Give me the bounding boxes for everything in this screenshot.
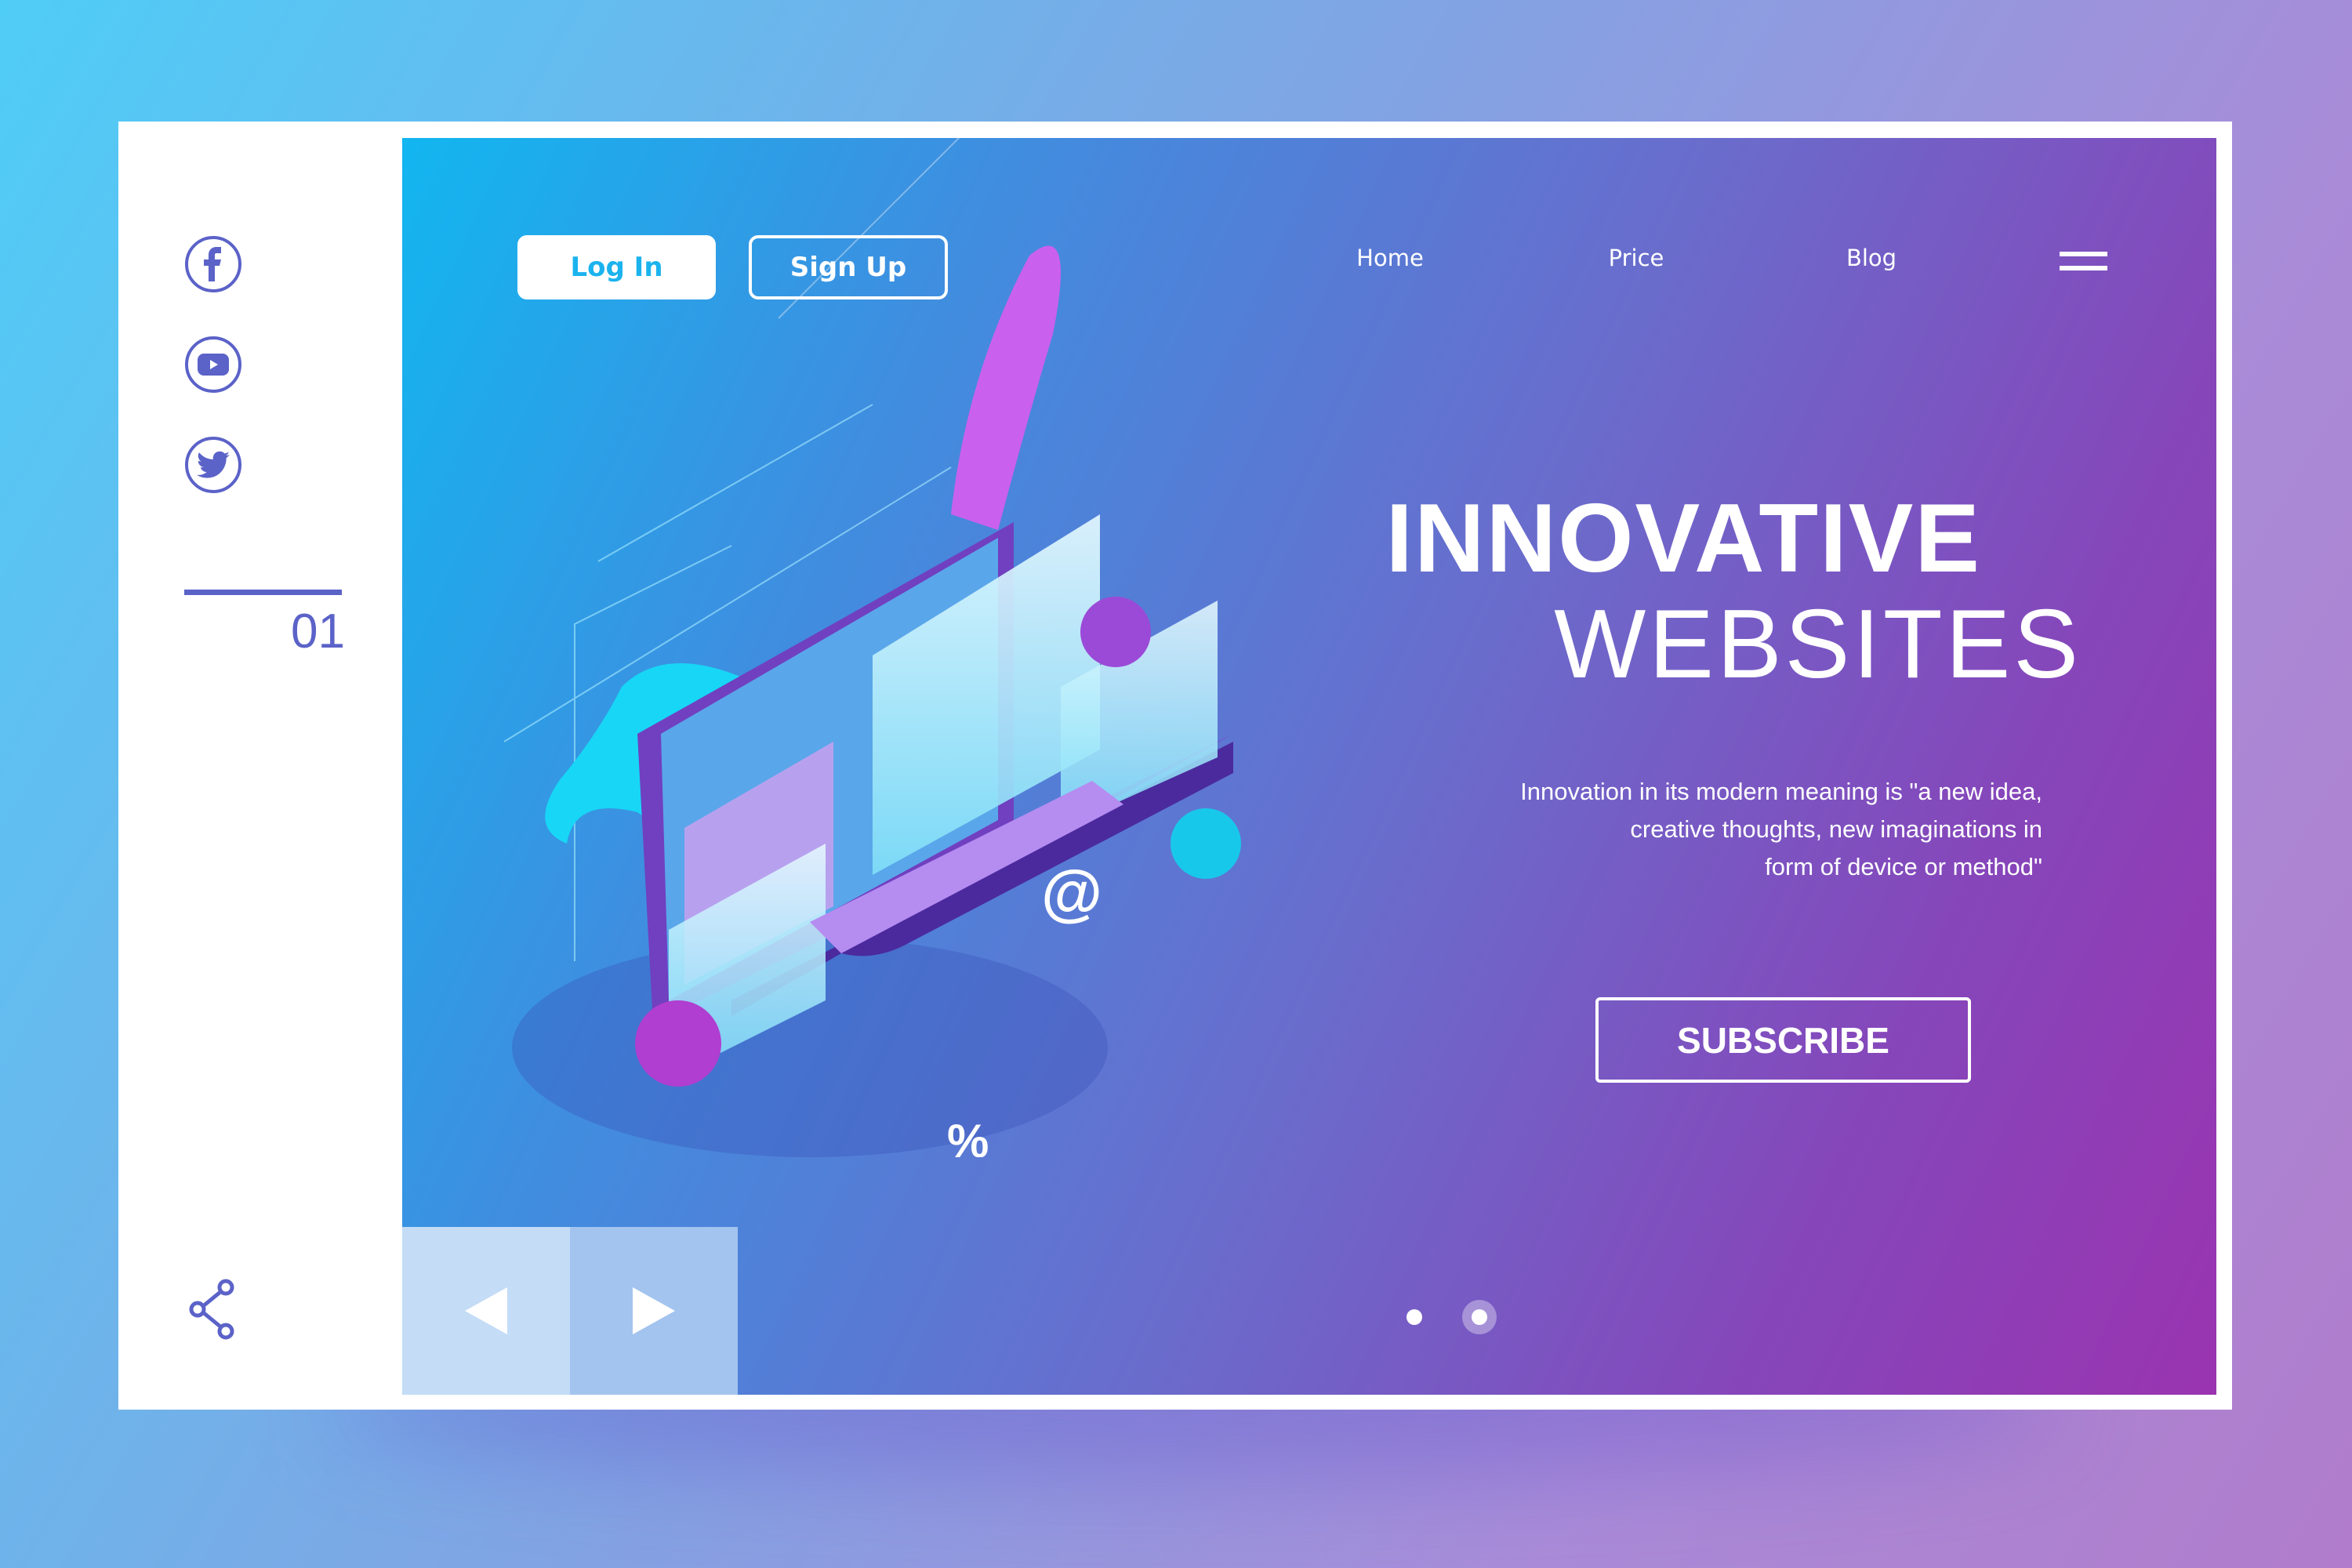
hero-banner: @ % Log In Sign Up Home Price Blog INNOV… [402, 138, 2216, 1395]
hero-description: Innovation in its modern meaning is "a n… [1337, 773, 2042, 886]
at-symbol: @ [1041, 858, 1102, 927]
next-slide-button[interactable] [570, 1227, 738, 1395]
nav-blog[interactable]: Blog [1846, 245, 1896, 271]
share-icon[interactable] [188, 1278, 238, 1344]
slide-divider [184, 590, 342, 595]
description-line: Innovation in its modern meaning is "a n… [1520, 778, 2042, 805]
arrow-left-icon [465, 1287, 507, 1334]
prev-slide-button[interactable] [402, 1227, 570, 1395]
nav-home[interactable]: Home [1356, 245, 1424, 271]
youtube-icon[interactable] [185, 336, 241, 393]
facebook-icon[interactable] [185, 236, 241, 292]
description-line: form of device or method" [1765, 853, 2042, 880]
twitter-icon[interactable] [185, 437, 241, 493]
subscribe-button[interactable]: SUBSCRIBE [1595, 997, 1971, 1083]
signup-button[interactable]: Sign Up [749, 235, 948, 299]
percent-symbol: % [947, 1115, 989, 1157]
hero-title-line2: WEBSITES [1554, 590, 2082, 699]
hero-title-line1: INNOVATIVE [1385, 485, 1981, 593]
nav-price[interactable]: Price [1609, 245, 1664, 271]
hamburger-icon[interactable] [2060, 252, 2107, 280]
login-button[interactable]: Log In [517, 235, 716, 299]
description-line: creative thoughts, new imaginations in [1630, 815, 2042, 843]
slider-dot-1[interactable] [1406, 1309, 1422, 1325]
slider-dot-2-active[interactable] [1462, 1300, 1497, 1334]
arrow-right-icon [633, 1287, 675, 1334]
slide-number: 01 [291, 604, 345, 659]
